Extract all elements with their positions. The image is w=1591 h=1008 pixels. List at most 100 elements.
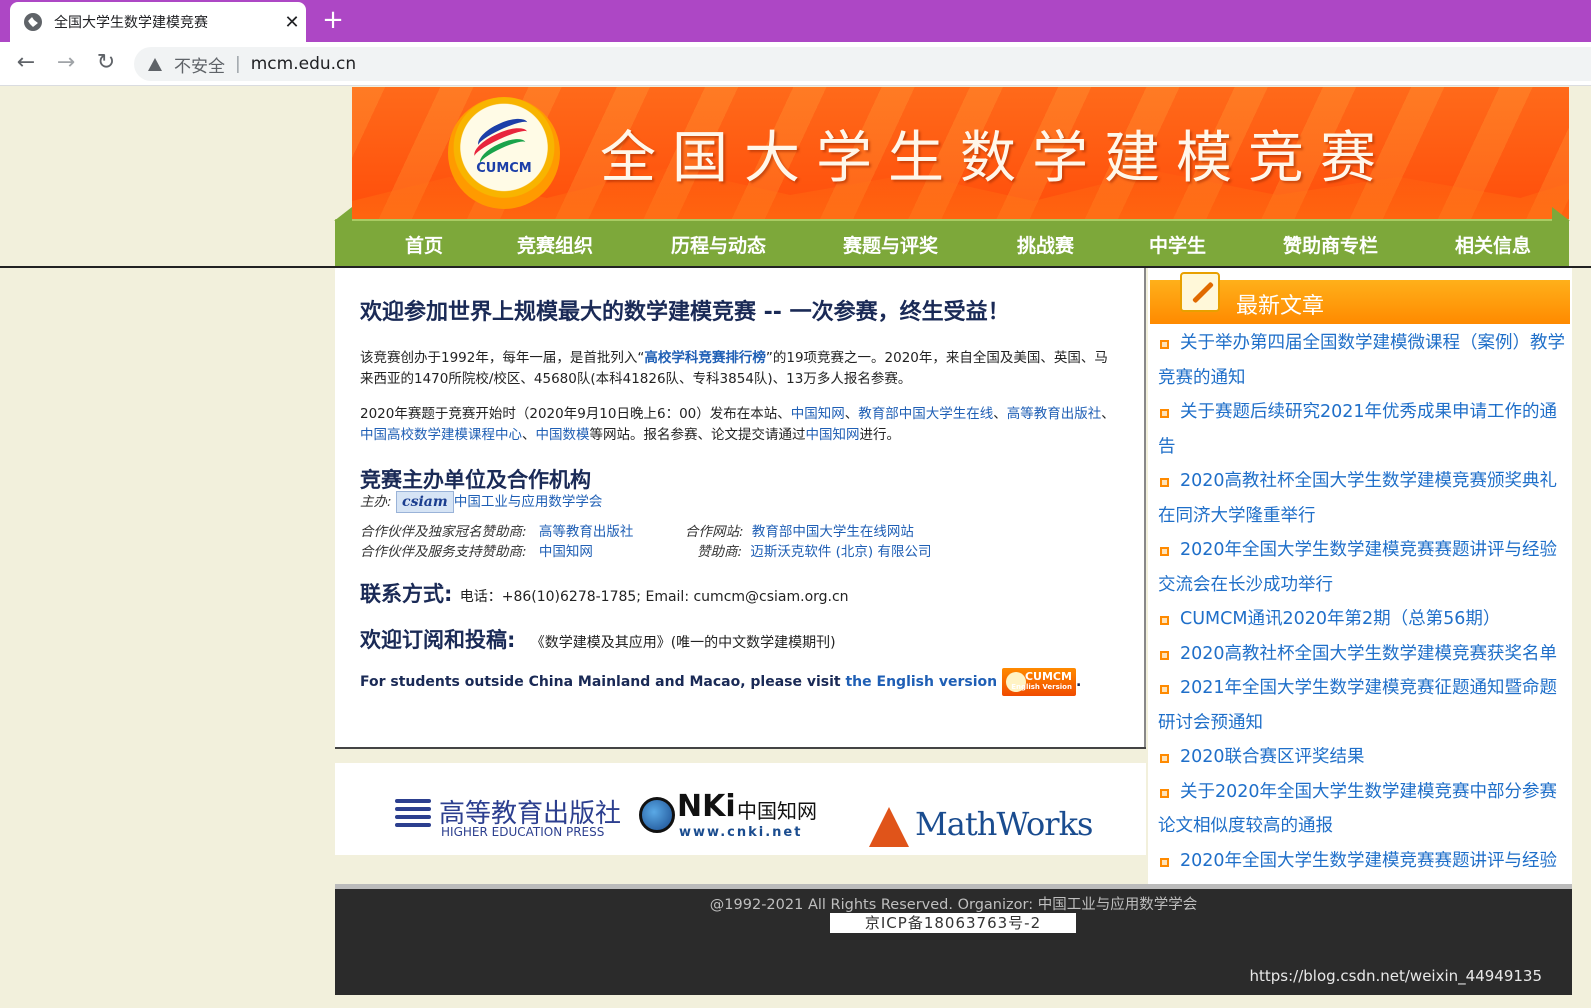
cnki-logo-cn[interactable]: 中国知网	[737, 795, 817, 824]
website-row: 合作网站: 教育部中国大学生在线网站	[685, 520, 914, 540]
nav-item-problems[interactable]: 赛题与评奖	[843, 231, 938, 258]
latest-articles-sidebar: 最新文章 关于举办第四届全国数学建模微课程（案例）教学竞赛的通知 关于赛题后续研…	[1148, 268, 1572, 905]
cnki-submit-link[interactable]: 中国知网	[806, 427, 860, 443]
website-label: 合作网站:	[685, 524, 744, 540]
article-title[interactable]: 关于2020年全国大学生数学建模竞赛中部分参赛论文相似度较高的通报	[1158, 782, 1557, 837]
hep-logo-mark[interactable]	[395, 799, 431, 837]
cnki-globe-icon[interactable]	[639, 797, 675, 833]
site-footer: @1992-2021 All Rights Reserved. Organizo…	[335, 889, 1572, 995]
globe-icon	[24, 13, 42, 31]
article-title[interactable]: 关于举办第四届全国数学建模微课程（案例）教学竞赛的通知	[1158, 333, 1565, 388]
nav-item-history[interactable]: 历程与动态	[671, 231, 766, 258]
warning-icon[interactable]	[148, 57, 162, 71]
reload-button[interactable]: ↻	[92, 50, 120, 78]
address-separator: |	[235, 54, 241, 74]
article-list: 关于举办第四届全国数学建模微课程（案例）教学竞赛的通知 关于赛题后续研究2021…	[1158, 326, 1568, 913]
bullet-icon	[1160, 616, 1169, 625]
csdn-watermark: https://blog.csdn.net/weixin_44949135	[1249, 967, 1542, 985]
univs-site-link[interactable]: 教育部中国大学生在线网站	[752, 524, 914, 540]
bullet-icon	[1160, 650, 1169, 660]
nav-item-challenge[interactable]: 挑战赛	[1017, 231, 1074, 258]
icp-badge[interactable]: 京ICP备18063763号-2	[830, 913, 1076, 933]
article-title[interactable]: CUMCM通讯2020年第2期（总第56期）	[1180, 609, 1500, 629]
article-title[interactable]: 2020高教社杯全国大学生数学建模竞赛颁奖典礼在同济大学隆重举行	[1158, 471, 1557, 526]
english-version-button[interactable]: CUMCM English Version	[1001, 668, 1076, 696]
address-bar[interactable]: 不安全 | mcm.edu.cn	[134, 47, 1591, 81]
article-item[interactable]: 关于2020年全国大学生数学建模竞赛中部分参赛论文相似度较高的通报	[1158, 775, 1568, 844]
bullet-icon	[1160, 547, 1169, 556]
cnki-logo-url[interactable]: www.cnki.net	[679, 825, 802, 840]
bullet-icon	[1160, 754, 1169, 763]
sponsor-logos: 高等教育出版社 HIGHER EDUCATION PRESS NKi 中国知网 …	[335, 763, 1146, 855]
journal-link[interactable]: 《数学建模及其应用》	[531, 635, 671, 651]
bullet-icon	[1160, 340, 1169, 349]
nav-item-organization[interactable]: 竞赛组织	[517, 231, 593, 258]
english-button-title: CUMCM	[1024, 670, 1072, 683]
nav-item-home[interactable]: 首页	[405, 231, 443, 258]
mathworks-link[interactable]: 迈斯沃克软件 (北京) 有限公司	[750, 544, 931, 560]
tab-title: 全国大学生数学建模竞赛	[54, 15, 208, 31]
english-button-sub: English Version	[1011, 683, 1072, 691]
back-button[interactable]: ←	[12, 50, 40, 78]
copyright-text: @1992-2021 All Rights Reserved. Organizo…	[709, 897, 1198, 913]
new-tab-button[interactable]: +	[318, 6, 348, 36]
browser-tab[interactable]: 全国大学生数学建模竞赛 ✕	[10, 2, 306, 42]
browser-tabstrip: 全国大学生数学建模竞赛 ✕ +	[0, 0, 1591, 42]
cumcm-logo[interactable]: CUMCM	[448, 97, 560, 209]
article-title[interactable]: 2020高教社杯全国大学生数学建模竞赛获奖名单	[1180, 644, 1557, 664]
notepad-icon	[1180, 272, 1220, 312]
bullet-icon	[1160, 478, 1169, 487]
nav-item-highschool[interactable]: 中学生	[1149, 231, 1206, 258]
article-item[interactable]: 2020高教社杯全国大学生数学建模竞赛颁奖典礼在同济大学隆重举行	[1158, 464, 1568, 533]
nav-item-sponsors[interactable]: 赞助商专栏	[1283, 231, 1378, 258]
main-divider	[335, 747, 1146, 749]
course-center-link[interactable]: 中国高校数学建模课程中心	[360, 427, 522, 443]
intro-text-a: 该竞赛创办于1992年，每年一届，是首批列入“	[360, 350, 645, 366]
close-icon[interactable]: ✕	[278, 12, 306, 33]
site-title: 全国大学生数学建模竞赛	[600, 126, 1392, 191]
url-text[interactable]: mcm.edu.cn	[251, 54, 356, 74]
sep-text: 、	[522, 427, 536, 443]
csiam-link[interactable]: 中国工业与应用数学学会	[454, 494, 603, 510]
cnki-logo-text[interactable]: NKi	[677, 789, 736, 824]
cnki-link[interactable]: 中国知网	[791, 406, 845, 422]
univs-link[interactable]: 教育部中国大学生在线	[858, 406, 993, 422]
host-label: 主办:	[360, 494, 392, 510]
shumo-link[interactable]: 中国数模	[536, 427, 590, 443]
journal-note: (唯一的中文数学建模期刊)	[670, 635, 836, 651]
article-title[interactable]: 关于赛题后续研究2021年优秀成果申请工作的通告	[1158, 402, 1557, 457]
article-item[interactable]: 关于举办第四届全国数学建模微课程（案例）教学竞赛的通知	[1158, 326, 1568, 395]
article-item[interactable]: 2021年全国大学生数学建模竞赛征题通知暨命题研讨会预通知	[1158, 671, 1568, 740]
sep-text: 、	[1101, 406, 1115, 422]
article-item[interactable]: 2020联合赛区评奖结果	[1158, 740, 1568, 775]
article-item[interactable]: 2020高教社杯全国大学生数学建模竞赛获奖名单	[1158, 637, 1568, 672]
ranking-link[interactable]: 高校学科竞赛排行榜	[644, 350, 766, 366]
forward-button[interactable]: →	[52, 50, 80, 78]
contact-text: 电话：+86(10)6278-1785; Email: cumcm@csiam.…	[459, 589, 849, 605]
sidebar-header: 最新文章	[1150, 272, 1570, 324]
contact-row: 联系方式: 电话：+86(10)6278-1785; Email: cumcm@…	[360, 578, 849, 608]
web-page: CUMCM 全国大学生数学建模竞赛 首页 竞赛组织 历程与动态 赛题与评奖 挑战…	[0, 87, 1591, 1008]
hep-logo-en[interactable]: HIGHER EDUCATION PRESS	[441, 825, 604, 839]
article-title[interactable]: 2020年全国大学生数学建模竞赛赛题讲评与经验交流会在长沙成功举行	[1158, 540, 1557, 595]
intro-paragraph: 该竞赛创办于1992年，每年一届，是首批列入“高校学科竞赛排行榜”的19项竞赛之…	[360, 348, 1120, 390]
mathworks-membrane-icon[interactable]	[869, 807, 909, 847]
release-text-c: 进行。	[859, 427, 901, 443]
cnki-partner-link[interactable]: 中国知网	[539, 544, 593, 560]
nav-item-related[interactable]: 相关信息	[1455, 231, 1531, 258]
security-label[interactable]: 不安全	[174, 52, 225, 77]
english-version-link[interactable]: the English version	[845, 674, 997, 690]
hep-partner-link[interactable]: 高等教育出版社	[539, 524, 634, 540]
english-prefix: For students outside China Mainland and …	[360, 674, 846, 690]
bullet-icon	[1160, 685, 1169, 694]
mathworks-logo-text[interactable]: MathWorks	[915, 805, 1093, 843]
article-item[interactable]: 2020年全国大学生数学建模竞赛赛题讲评与经验交流会在长沙成功举行	[1158, 533, 1568, 602]
browser-toolbar: ← → ↻ 不安全 | mcm.edu.cn	[0, 42, 1591, 86]
article-title[interactable]: 2020联合赛区评奖结果	[1180, 747, 1365, 767]
article-item[interactable]: CUMCM通讯2020年第2期（总第56期）	[1158, 602, 1568, 637]
hep-link[interactable]: 高等教育出版社	[1007, 406, 1102, 422]
csiam-logo[interactable]: csiam	[395, 491, 454, 513]
article-item[interactable]: 关于赛题后续研究2021年优秀成果申请工作的通告	[1158, 395, 1568, 464]
partner1-row: 合作伙伴及独家冠名赞助商: 高等教育出版社	[360, 520, 633, 540]
article-title[interactable]: 2021年全国大学生数学建模竞赛征题通知暨命题研讨会预通知	[1158, 678, 1557, 733]
